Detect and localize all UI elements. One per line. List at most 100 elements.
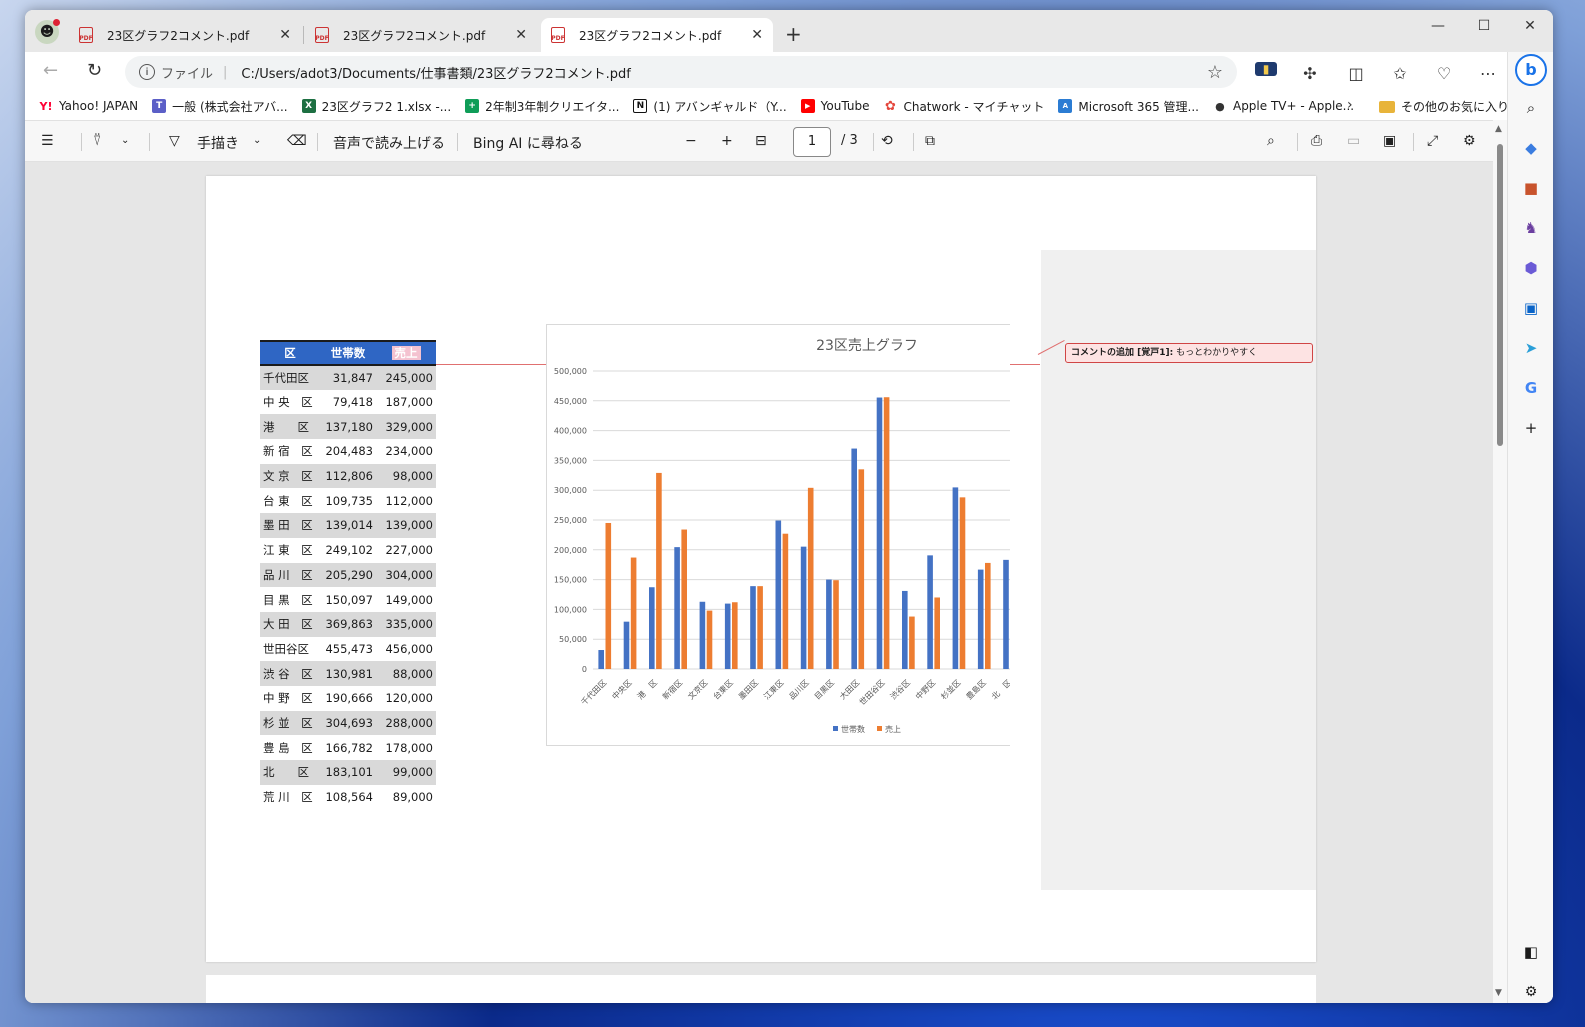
bar bbox=[977, 569, 984, 669]
bar bbox=[876, 397, 883, 669]
table-row: 品 川 区 205,290 304,000 bbox=[260, 562, 436, 588]
zoom-out-icon[interactable]: − bbox=[685, 133, 697, 149]
info-icon[interactable]: i bbox=[139, 64, 155, 80]
table-row: 目 黒 区 150,097 149,000 bbox=[260, 587, 436, 612]
favorite-star-icon[interactable]: ☆ bbox=[1207, 62, 1223, 83]
rotate-icon[interactable]: ⟲ bbox=[881, 133, 893, 149]
x-tick-label: 大田区 bbox=[837, 677, 861, 701]
tab-1[interactable]: PDF 23区グラフ2コメント.pdf ✕ bbox=[69, 18, 301, 52]
zoom-in-icon[interactable]: + bbox=[721, 133, 733, 149]
split-screen-icon[interactable]: ◫ bbox=[1345, 64, 1367, 83]
header-sales-selected[interactable]: 売上 bbox=[391, 346, 421, 360]
cell-sales: 149,000 bbox=[385, 592, 433, 607]
y-tick-label: 250,000 bbox=[554, 516, 587, 525]
cell-ward: 千代田区 bbox=[260, 365, 320, 390]
bookmark-label: Microsoft 365 管理... bbox=[1078, 99, 1199, 114]
fullscreen-icon[interactable]: ⤢ bbox=[1427, 133, 1438, 149]
games-icon[interactable]: ♞ bbox=[1521, 218, 1541, 238]
page-view-icon[interactable]: ⧉ bbox=[925, 133, 935, 149]
bookmark-appletv[interactable]: ● Apple TV+ - Apple... bbox=[1213, 99, 1354, 113]
extensions-puzzle-icon[interactable]: ✣ bbox=[1299, 64, 1321, 83]
sidebar-settings-gear-icon[interactable]: ⚙ bbox=[1521, 982, 1541, 1002]
extension-chart-icon[interactable]: ▮ bbox=[1255, 62, 1277, 76]
maximize-icon[interactable]: ☐ bbox=[1461, 18, 1507, 34]
scrollbar-thumb[interactable] bbox=[1497, 144, 1503, 446]
back-icon[interactable]: ← bbox=[43, 60, 58, 81]
minimize-icon[interactable]: — bbox=[1415, 18, 1461, 34]
fit-page-icon[interactable]: ⊟ bbox=[755, 133, 767, 149]
search-icon[interactable]: ⌕ bbox=[1267, 133, 1275, 149]
other-favorites-folder[interactable]: その他のお気に入り bbox=[1379, 98, 1509, 115]
close-icon[interactable]: ✕ bbox=[515, 27, 527, 43]
settings-gear-icon[interactable]: ⚙ bbox=[1463, 133, 1476, 149]
copilot-icon[interactable]: b bbox=[1515, 54, 1547, 86]
tools-briefcase-icon[interactable]: ■ bbox=[1521, 178, 1541, 198]
microsoft365-icon[interactable]: ⬢ bbox=[1521, 258, 1541, 278]
bookmark-excel[interactable]: X 23区グラフ2 1.xlsx -... bbox=[301, 98, 451, 115]
draw-pen-icon[interactable]: ▽ bbox=[169, 133, 180, 149]
bookmark-teams[interactable]: T 一般 (株式会社アバ... bbox=[152, 98, 288, 115]
bookmark-chatwork[interactable]: ✿ Chatwork - マイチャット bbox=[883, 98, 1044, 115]
bookmark-yahoo[interactable]: Y! Yahoo! JAPAN bbox=[39, 99, 139, 113]
address-bar[interactable]: i ファイル | C:/Users/adot3/Documents/仕事書類/2… bbox=[125, 56, 1237, 88]
bar bbox=[598, 650, 604, 669]
print-icon[interactable]: ⎙ bbox=[1311, 133, 1322, 149]
send-icon[interactable]: ➤ bbox=[1521, 338, 1541, 358]
folder-icon bbox=[1379, 100, 1395, 113]
more-menu-icon[interactable]: ⋯ bbox=[1477, 64, 1499, 83]
highlight-icon[interactable]: ⍢ bbox=[93, 133, 101, 149]
chevron-down-icon[interactable]: ⌄ bbox=[253, 135, 261, 146]
sidebar-toggle-icon[interactable]: ◧ bbox=[1521, 942, 1541, 962]
scroll-down-icon[interactable]: ▼ bbox=[1495, 988, 1502, 998]
favorites-icon[interactable]: ✩ bbox=[1389, 64, 1411, 83]
bing-ai-button[interactable]: Bing AI に尋ねる bbox=[473, 133, 583, 153]
cell-households: 183,101 bbox=[320, 760, 376, 785]
shopping-tag-icon[interactable]: ◆ bbox=[1521, 138, 1541, 158]
save-as-icon[interactable]: ▣ bbox=[1383, 133, 1396, 149]
bookmark-m365[interactable]: A Microsoft 365 管理... bbox=[1058, 98, 1199, 115]
save-icon[interactable]: ▭ bbox=[1347, 133, 1360, 149]
scroll-up-icon[interactable]: ▲ bbox=[1495, 124, 1502, 134]
table-row: 千代田区 31,847 245,000 bbox=[260, 365, 436, 390]
read-aloud-button[interactable]: 音声で読み上げる bbox=[333, 133, 445, 153]
refresh-icon[interactable]: ↻ bbox=[87, 60, 102, 81]
google-icon[interactable]: G bbox=[1521, 378, 1541, 398]
cell-sales: 456,000 bbox=[385, 641, 433, 656]
window-close-icon[interactable]: ✕ bbox=[1507, 18, 1553, 34]
add-icon[interactable]: + bbox=[1521, 418, 1541, 438]
tab-2[interactable]: PDF 23区グラフ2コメント.pdf ✕ bbox=[305, 18, 537, 52]
chevron-down-icon[interactable]: ⌄ bbox=[121, 135, 129, 146]
table-row: 中 野 区 190,666 120,000 bbox=[260, 686, 436, 711]
vertical-scrollbar[interactable]: ▲ ▼ bbox=[1493, 120, 1507, 1003]
new-tab-icon[interactable]: + bbox=[785, 22, 802, 46]
cell-sales: 89,000 bbox=[392, 790, 433, 805]
comment-author: コメントの追加 [覚戸1]: bbox=[1071, 348, 1174, 358]
search-icon[interactable]: ⌕ bbox=[1521, 98, 1541, 118]
table-row: 墨 田 区 139,014 139,000 bbox=[260, 513, 436, 538]
page-number-input[interactable]: 1 bbox=[793, 127, 831, 157]
profile-avatar[interactable]: ☻ bbox=[35, 19, 60, 44]
comment-balloon[interactable]: コメントの追加 [覚戸1]: もっとわかりやすく bbox=[1065, 343, 1313, 363]
cell-ward: 墨 田 区 bbox=[260, 513, 320, 538]
cell-ward: 品 川 区 bbox=[260, 562, 320, 588]
bookmark-sheets[interactable]: +2年制3年制クリエイタ... bbox=[465, 98, 619, 115]
eraser-icon[interactable]: ⌫ bbox=[287, 133, 307, 149]
x-tick-label: 杉並区 bbox=[939, 677, 963, 701]
bookmark-youtube[interactable]: ▶ YouTube bbox=[800, 99, 869, 113]
close-icon[interactable]: ✕ bbox=[751, 27, 763, 43]
pdf-viewer[interactable]: コメントの追加 [覚戸1]: もっとわかりやすく 区 世帯数 売上 千代田区 31… bbox=[25, 162, 1493, 1003]
contents-list-icon[interactable]: ☰ bbox=[41, 133, 54, 149]
bar bbox=[732, 602, 738, 669]
draw-label[interactable]: 手描き bbox=[197, 133, 239, 153]
browser-essentials-icon[interactable]: ♡ bbox=[1433, 64, 1455, 83]
chevron-right-icon[interactable]: › bbox=[1347, 97, 1353, 113]
close-icon[interactable]: ✕ bbox=[279, 27, 291, 43]
header-households: 世帯数 bbox=[320, 340, 376, 366]
notion-icon: N bbox=[633, 99, 648, 113]
outlook-icon[interactable]: ▣ bbox=[1521, 298, 1541, 318]
bookmark-notion[interactable]: N (1) アバンギャルド（Y... bbox=[633, 98, 787, 115]
url-text[interactable]: C:/Users/adot3/Documents/仕事書類/23区グラフ2コメン… bbox=[241, 63, 1206, 82]
cell-ward: 目 黒 区 bbox=[263, 592, 313, 607]
tab-3-active[interactable]: PDF 23区グラフ2コメント.pdf ✕ bbox=[541, 18, 773, 52]
bar bbox=[757, 586, 763, 669]
